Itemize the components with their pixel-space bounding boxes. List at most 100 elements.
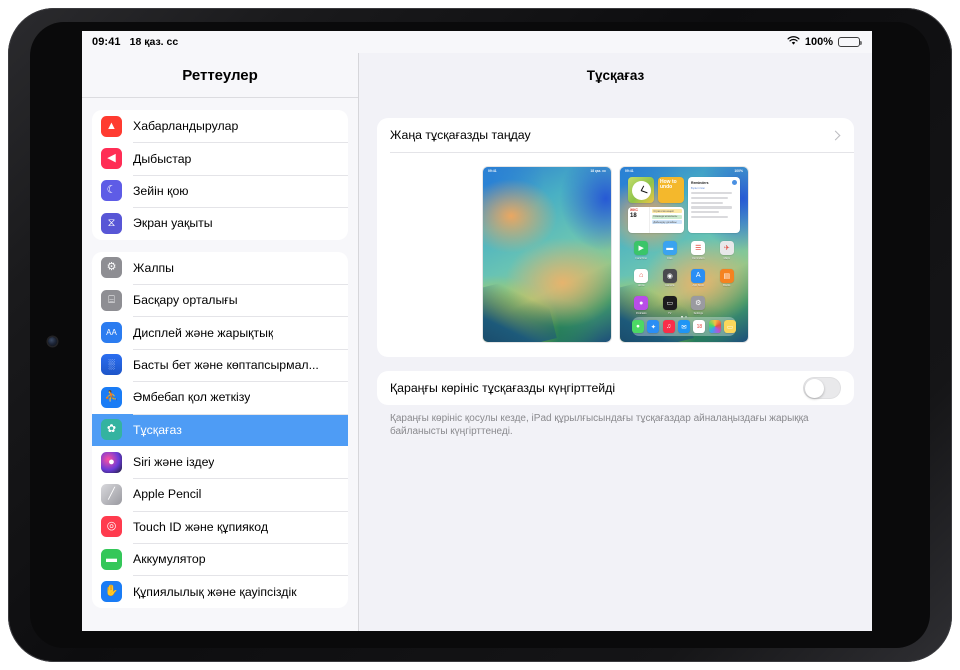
battery-settings-icon: ▬ — [101, 549, 122, 570]
wallpaper-previews: 09:41 18 қаз. сс 09:41 100% — [377, 153, 854, 357]
home-app-app-store[interactable]: AApp Store — [684, 269, 713, 288]
lock-preview-time: 09:41 — [488, 169, 497, 173]
reminders-widget-title: Reminders — [691, 181, 709, 185]
photos-icon[interactable]: ✿ — [709, 320, 721, 333]
sidebar-item-siri[interactable]: ● Siri және іздеу — [92, 446, 348, 478]
sidebar-item-label: Apple Pencil — [133, 487, 201, 501]
home-app-home[interactable]: ⌂Home — [627, 269, 656, 288]
home-screen-icon: ░ — [101, 354, 122, 375]
sidebar-group: ⚙Жалпы ⌸ Басқару орталығы AAДисплей және жа… — [92, 252, 348, 608]
status-time: 09:41 — [92, 36, 121, 48]
speaker-icon: ◀ — [101, 148, 122, 169]
sidebar-item-label: Құпиялылық және қауіпсіздік — [133, 585, 297, 599]
sidebar-item-label: Басты бет және көптапсырмал... — [133, 358, 319, 372]
facetime-icon: ▶ — [634, 241, 648, 255]
dark-appearance-card: Қараңғы көрініс тұсқағазды күңгірттейді — [377, 371, 854, 405]
sidebar-item-battery-settings[interactable]: ▬Аккумулятор — [92, 543, 348, 575]
home-app-label: TV — [668, 312, 671, 315]
safari-icon[interactable]: ✦ — [647, 320, 659, 333]
sidebar-item-hourglass[interactable]: ⧖Экран уақыты — [92, 207, 348, 239]
home-icon: ⌂ — [634, 269, 648, 283]
home-app-label: Home — [638, 284, 645, 287]
battery-percent-label: 100% — [805, 36, 833, 48]
mail-icon[interactable]: ✉ — [678, 320, 690, 333]
lock-preview-date: 18 қаз. сс — [590, 169, 606, 173]
sidebar-title: Реттеулер — [82, 53, 358, 98]
home-app-books[interactable]: ▤Books — [713, 269, 742, 288]
sidebar-item-accessibility[interactable]: ⛹Әмбебап қол жеткізу — [92, 381, 348, 413]
status-date: 18 қаз. сс — [130, 36, 179, 48]
maps-icon: ✈ — [720, 241, 734, 255]
sidebar-item-label: Touch ID және құпиякод — [133, 520, 268, 534]
lock-preview-status-bar: 09:41 18 қаз. сс — [483, 169, 611, 173]
sidebar-item-privacy-hand[interactable]: ✋ Құпиялылық және қауіпсіздік — [92, 575, 348, 607]
camera-icon: ◉ — [663, 269, 677, 283]
wallpaper-card: Жаңа тұсқағазды таңдау 09:41 18 қаз. сс — [377, 118, 854, 357]
siri-icon: ● — [101, 452, 122, 473]
tv-icon: ▭ — [663, 296, 677, 310]
calendar-event: Стратегия кеңесі — [652, 209, 682, 213]
sidebar-item-label: Siri және іздеу — [133, 455, 214, 469]
home-app-label: Reminders — [692, 257, 705, 260]
calendar-widget-events: Стратегия кеңесі Команда жиналысы Дайынд… — [650, 207, 684, 233]
battery-icon — [838, 37, 860, 48]
choose-new-wallpaper-row[interactable]: Жаңа тұсқағазды таңдау — [377, 118, 854, 152]
dark-appearance-row[interactable]: Қараңғы көрініс тұсқағазды күңгірттейді — [377, 371, 854, 405]
home-app-label: Settings — [694, 312, 703, 315]
touch-id-icon: ◎ — [101, 516, 122, 537]
choose-new-wallpaper-label: Жаңа тұсқағазды таңдау — [390, 128, 531, 142]
sidebar-item-wallpaper-flower[interactable]: ✿Тұсқағаз — [92, 414, 348, 446]
moon-icon: ☾ — [101, 180, 122, 201]
home-app-podcasts[interactable]: ●Podcasts — [627, 296, 656, 315]
privacy-hand-icon: ✋ — [101, 581, 122, 602]
sidebar-item-speaker[interactable]: ◀ Дыбыстар — [92, 142, 348, 174]
home-app-grid: ▶FaceTime▬Files☰Reminders✈Maps⌂Home◉Came… — [627, 241, 741, 315]
home-app-label: Maps — [724, 257, 730, 260]
home-app-tv[interactable]: ▭ TV — [656, 296, 685, 315]
calendar-event: Команда жиналысы — [652, 215, 682, 219]
sidebar-item-moon[interactable]: ☾ Зейін қою — [92, 175, 348, 207]
reminders-widget-subtitle: Бүгінгі тізім — [691, 187, 737, 190]
messages-icon[interactable]: ● — [632, 320, 644, 333]
podcasts-icon: ● — [634, 296, 648, 310]
sidebar-item-label: Зейін қою — [133, 184, 189, 198]
front-camera-icon — [48, 337, 57, 346]
hourglass-icon: ⧖ — [101, 213, 122, 234]
dark-appearance-toggle[interactable] — [803, 377, 841, 399]
notes-icon[interactable]: ▭ — [724, 320, 736, 333]
sidebar-item-label: Дыбыстар — [133, 152, 191, 166]
wallpaper-detail-pane: Тұсқағаз Жаңа тұсқағазды таңдау 09:41 — [359, 53, 872, 631]
home-app-maps[interactable]: ✈ Maps — [713, 241, 742, 260]
apple-pencil-icon: ╱ — [101, 484, 122, 505]
music-icon[interactable]: ♫ — [663, 320, 675, 333]
sidebar-item-home-screen[interactable]: ░ Басты бет және көптапсырмал... — [92, 349, 348, 381]
sidebar-item-label: Хабарландырулар — [133, 119, 238, 133]
sidebar-item-control-center[interactable]: ⌸ Басқару орталығы — [92, 284, 348, 316]
home-app-label: Books — [723, 284, 730, 287]
lock-screen-wallpaper-image — [483, 167, 611, 342]
home-app-settings[interactable]: ⚙Settings — [684, 296, 713, 315]
home-app-camera[interactable]: ◉Camera — [656, 269, 685, 288]
wifi-icon — [787, 36, 800, 49]
sidebar-item-label: Басқару орталығы — [133, 293, 238, 307]
sidebar-item-label: Тұсқағаз — [133, 423, 182, 437]
sidebar-item-touch-id[interactable]: ◎ Touch ID және құпиякод — [92, 511, 348, 543]
sidebar-item-apple-pencil[interactable]: ╱ Apple Pencil — [92, 478, 348, 510]
home-app-facetime[interactable]: ▶FaceTime — [627, 241, 656, 260]
reminders-widget-badge — [732, 180, 737, 185]
home-app-files[interactable]: ▬Files — [656, 241, 685, 260]
sidebar-item-bell[interactable]: ▲Хабарландырулар — [92, 110, 348, 142]
calendar-icon[interactable]: 18 — [693, 320, 705, 333]
home-preview-battery: 100% — [734, 169, 743, 173]
control-center-icon: ⌸ — [101, 290, 122, 311]
sidebar-item-gear[interactable]: ⚙Жалпы — [92, 252, 348, 284]
app-store-icon: A — [691, 269, 705, 283]
sidebar-item-label: Жалпы — [133, 261, 174, 275]
lock-screen-preview[interactable]: 09:41 18 қаз. сс — [483, 167, 611, 342]
settings-sidebar: Реттеулер ▲Хабарландырулар ◀ Дыбыстар ☾ Зейі… — [82, 53, 359, 631]
sidebar-item-display-brightness[interactable]: AAДисплей және жарықтық — [92, 316, 348, 348]
home-app-reminders[interactable]: ☰Reminders — [684, 241, 713, 260]
home-screen-preview[interactable]: 09:41 100% How to undo — [620, 167, 748, 342]
page-title: Тұсқағаз — [359, 53, 872, 98]
sidebar-list[interactable]: ▲Хабарландырулар ◀ Дыбыстар ☾ Зейін қою ⧖Экра… — [82, 98, 358, 631]
